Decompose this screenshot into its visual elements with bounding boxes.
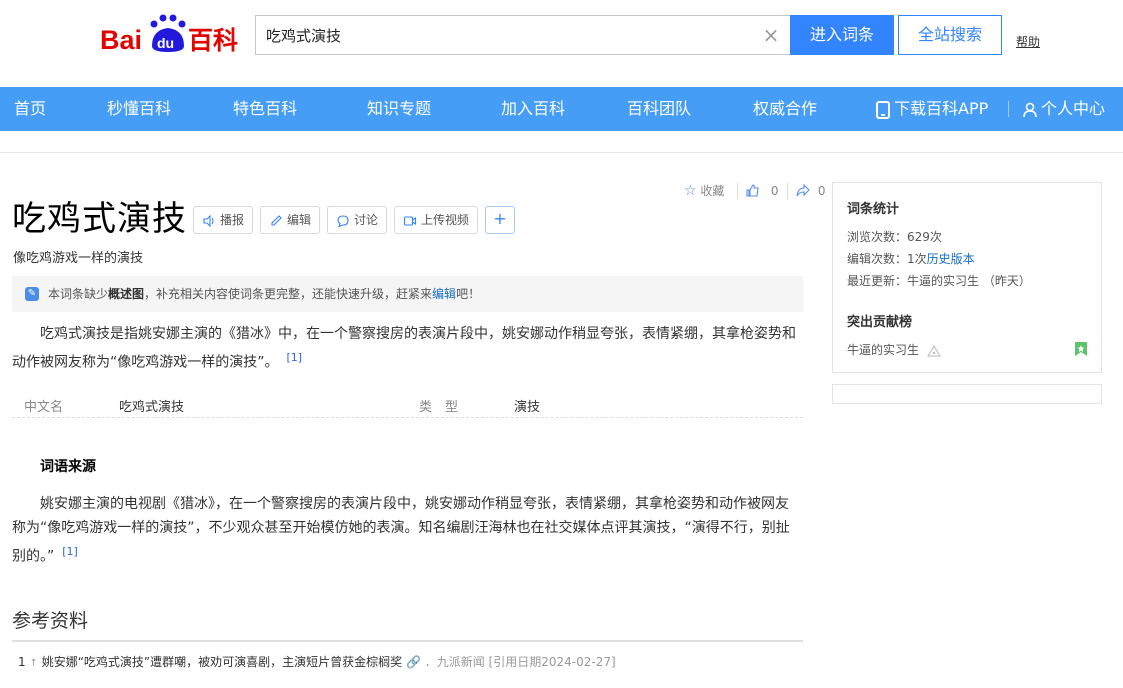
reference-number: 1	[18, 655, 26, 669]
svg-text:du: du	[157, 35, 174, 51]
notice-bold: 概述图	[108, 287, 145, 301]
info-val-chinese-name: 吃鸡式演技	[119, 400, 185, 415]
origin-text: 姚安娜主演的电视剧《猎冰》，在一个警察搜房的表演片段中，姚安娜动作稍显夸张，表情…	[12, 496, 790, 565]
download-app-label: 下载百科APP	[894, 99, 989, 118]
view-count: 浏览次数：629次	[847, 230, 942, 244]
history-version-link[interactable]: 历史版本	[927, 252, 975, 266]
action-divider	[737, 183, 738, 199]
baidu-baike-logo[interactable]: Bai du 百科	[100, 8, 245, 55]
help-link[interactable]: 帮助	[1016, 33, 1040, 50]
star-icon: ☆	[684, 183, 697, 199]
header: Bai du 百科 × 进入词条 全站搜索 帮助	[0, 0, 1123, 87]
action-divider	[787, 183, 788, 199]
svg-text:百科: 百科	[188, 26, 238, 54]
share-icon	[796, 183, 810, 197]
summary-paragraph: 吃鸡式演技是指姚安娜主演的《猎冰》中，在一个警察搜房的表演片段中，姚安娜动作稍显…	[12, 322, 802, 375]
references-divider	[12, 640, 803, 642]
reference-item: 1 ↑ 姚安娜“吃鸡式演技”遭群嘲，被劝可演喜剧，主演短片曾获金棕榈奖 🔗 ．九…	[18, 653, 616, 670]
info-key-chinese-name: 中文名	[24, 400, 64, 415]
thumbs-up-icon	[746, 184, 759, 197]
nav-item-quick-baike[interactable]: 秒懂百科	[107, 87, 171, 131]
notice-middle: ，补充相关内容使词条更完整，还能快速升级，赶紧来	[144, 287, 433, 301]
speaker-icon	[203, 214, 214, 228]
edit-count-text: 编辑次数：1次	[847, 252, 927, 266]
add-button[interactable]: +	[485, 206, 515, 234]
collect-button[interactable]: ☆ 收藏	[684, 182, 724, 200]
personal-center-link[interactable]: 个人中心	[1023, 87, 1105, 131]
entry-title: 吃鸡式演技	[12, 199, 187, 239]
user-icon	[1023, 102, 1037, 117]
header-divider	[0, 152, 1123, 153]
nav-item-home[interactable]: 首页	[14, 87, 46, 131]
nav-item-featured[interactable]: 特色百科	[233, 87, 297, 131]
info-val-type: 演技	[514, 400, 541, 415]
nav-item-cooperation[interactable]: 权威合作	[753, 87, 817, 131]
stats-title: 词条统计	[847, 202, 900, 217]
broadcast-label: 播报	[220, 213, 245, 227]
nav-item-team[interactable]: 百科团队	[627, 87, 691, 131]
notice-prefix: 本词条缺少	[48, 287, 109, 301]
broadcast-button[interactable]: 播报	[193, 206, 254, 234]
edit-pen-icon: ✎	[25, 287, 39, 301]
back-arrow-icon[interactable]: ↑	[29, 658, 37, 669]
phone-icon	[876, 100, 890, 119]
info-key-type: 类 型	[419, 400, 459, 415]
origin-paragraph: 姚安娜主演的电视剧《猎冰》，在一个警察搜房的表演片段中，姚安娜动作稍显夸张，表情…	[12, 492, 802, 569]
search-input[interactable]	[256, 16, 746, 54]
chat-bubble-icon	[337, 215, 349, 228]
entry-subtitle: 像吃鸡游戏一样的演技	[13, 251, 144, 266]
nav-item-join[interactable]: 加入百科	[501, 87, 565, 131]
personal-center-label: 个人中心	[1041, 99, 1106, 118]
contributor-item[interactable]: 牛逼的实习生	[847, 341, 941, 358]
contrib-title: 突出贡献榜	[847, 315, 913, 330]
references-title: 参考资料	[12, 610, 89, 632]
link-icon: 🔗	[405, 655, 421, 669]
last-update: 最近更新：牛逼的实习生 （昨天）	[847, 274, 1031, 288]
contributor-name: 牛逼的实习生	[847, 343, 920, 357]
notice-edit-link[interactable]: 编辑	[432, 287, 456, 301]
origin-citation[interactable]: [1]	[62, 545, 78, 558]
upload-video-button[interactable]: 上传视频	[394, 206, 479, 234]
enter-entry-button[interactable]: 进入词条	[790, 15, 894, 55]
search-box: ×	[255, 15, 791, 55]
download-app-link[interactable]: 下载百科APP	[876, 87, 988, 131]
entry-stats-panel: 词条统计 浏览次数：629次 编辑次数：1次历史版本 最近更新：牛逼的实习生 （…	[832, 182, 1102, 373]
summary-citation[interactable]: [1]	[287, 351, 303, 364]
clear-icon[interactable]: ×	[761, 24, 781, 46]
summary-text: 吃鸡式演技是指姚安娜主演的《猎冰》中，在一个警察搜房的表演片段中，姚安娜动作稍显…	[12, 326, 796, 371]
full-site-search-button[interactable]: 全站搜索	[898, 15, 1002, 55]
logo-graphic: Bai du 百科	[100, 14, 238, 55]
level-icon	[926, 344, 941, 356]
reference-link[interactable]: 姚安娜“吃鸡式演技”遭群嘲，被劝可演喜剧，主演短片曾获金棕榈奖	[42, 655, 402, 669]
edit-count: 编辑次数：1次历史版本	[847, 250, 975, 267]
notice-suffix: 吧！	[456, 287, 481, 301]
discuss-button[interactable]: 讨论	[327, 206, 388, 234]
share-button[interactable]: 0	[796, 182, 825, 200]
pencil-icon	[271, 215, 282, 226]
like-count: 0	[770, 184, 779, 198]
like-button[interactable]: 0	[746, 182, 778, 200]
missing-image-notice: ✎ 本词条缺少概述图，补充相关内容使词条更完整，还能快速升级，赶紧来编辑吧！	[12, 276, 803, 312]
reference-source: ．九派新闻 [引用日期2024-02-27]	[424, 655, 616, 669]
collect-label: 收藏	[700, 184, 725, 198]
nav-divider	[1008, 101, 1009, 117]
section-title-origin: 词语来源	[40, 459, 96, 475]
main-nav: 首页 秒懂百科 特色百科 知识专题 加入百科 百科团队 权威合作 下载百科APP…	[0, 87, 1123, 131]
edit-label: 编辑	[287, 213, 312, 227]
nav-item-topics[interactable]: 知识专题	[367, 87, 431, 131]
video-camera-icon	[403, 216, 417, 226]
discuss-label: 讨论	[354, 213, 379, 227]
basic-info-row: 中文名 吃鸡式演技 类 型 演技	[12, 394, 803, 418]
sidebar-empty-panel	[832, 384, 1102, 404]
upload-video-label: 上传视频	[421, 213, 470, 227]
svg-text:Bai: Bai	[100, 25, 142, 54]
edit-button[interactable]: 编辑	[260, 206, 321, 234]
contributor-badge-icon	[1075, 342, 1087, 356]
share-count: 0	[817, 184, 826, 198]
